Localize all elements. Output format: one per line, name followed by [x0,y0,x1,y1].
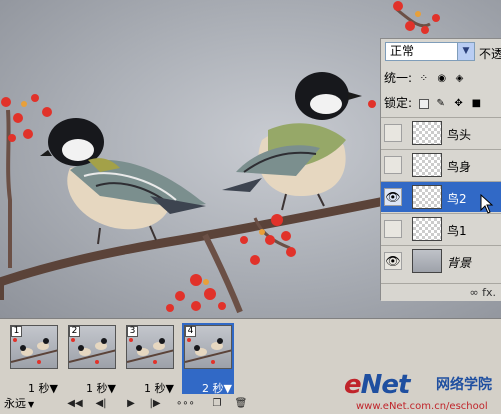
visibility-toggle[interactable] [384,156,402,174]
frame-delay[interactable]: 1 秒▼ [66,380,118,396]
trash-icon[interactable]: 🗑 [232,396,250,412]
unify-row: 统一: ⁘ ◉ ◈ [381,69,501,87]
frame-number: 4 [185,326,196,337]
animation-frame[interactable]: 1 1 秒▼ [8,323,60,396]
blend-mode-value: 正常 [390,44,415,58]
enet-logo: eNet [344,370,410,400]
visibility-toggle[interactable] [384,124,402,142]
animation-controls: 永远 ▼ ◀◀ ◀| ▶ |▶ ∘∘∘ ❐ 🗑 [0,395,275,413]
frame-delay[interactable]: 2 秒▼ [182,380,234,396]
lock-all-icon[interactable]: ■ [470,98,482,110]
chevron-down-icon[interactable]: ▼ [457,43,474,60]
duplicate-frame-icon[interactable]: ❐ [208,396,226,412]
layer-row-background[interactable]: 👁 背景 [381,245,501,276]
loop-value: 永远 [4,397,26,410]
watermark-cn-text: 网络学院 [436,377,492,393]
animation-frame[interactable]: 2 1 秒▼ [66,323,118,396]
lock-row: 锁定: ✎ ✥ ■ [381,94,501,112]
loop-select[interactable]: 永远 ▼ [4,396,60,412]
chevron-down-icon: ▼ [28,400,35,409]
layers-panel: 正常 ▼ 不透 统一: ⁘ ◉ ◈ 锁定: ✎ ✥ ■ 鸟头 鸟身 👁 鸟2 鸟… [380,38,501,301]
layer-name: 背景 [447,256,472,270]
next-frame-icon[interactable]: |▶ [146,396,164,412]
tween-icon[interactable]: ∘∘∘ [176,396,195,412]
mouse-cursor-icon [480,194,494,214]
link-fx-icon[interactable]: ∞ fx. [469,286,496,299]
unify-style-icon[interactable]: ◈ [454,73,466,85]
unify-label: 统一: [384,71,413,85]
unify-position-icon[interactable]: ⁘ [418,73,430,85]
watermark: eNet 网络学院 www.eNet.com.cn/eschool [340,370,501,414]
frame-delay[interactable]: 1 秒▼ [124,380,176,396]
layer-row[interactable]: 鸟身 [381,149,501,180]
layer-name: 鸟头 [447,128,472,142]
visibility-toggle[interactable] [384,220,402,238]
layer-row[interactable]: 鸟1 [381,213,501,244]
animation-frame[interactable]: 3 1 秒▼ [124,323,176,396]
eye-icon[interactable]: 👁 [384,252,402,270]
frame-delay[interactable]: 1 秒▼ [8,380,60,396]
frame-number: 1 [11,326,22,337]
layer-thumbnail [412,153,442,177]
blend-mode-select[interactable]: 正常 ▼ [385,42,475,61]
lock-position-icon[interactable]: ✥ [453,98,465,110]
watermark-url: www.eNet.com.cn/eschool [356,401,488,412]
layer-thumbnail [412,121,442,145]
lock-label: 锁定: [384,96,413,110]
play-icon[interactable]: ▶ [122,396,140,412]
opacity-label: 不透 [479,47,501,61]
frame-number: 3 [127,326,138,337]
bird-2 [222,72,362,211]
lock-transparency-icon[interactable] [418,98,429,109]
animation-frame-selected[interactable]: 4 2 秒▼ [182,323,234,396]
first-frame-icon[interactable]: ◀◀ [66,396,84,412]
unify-visibility-icon[interactable]: ◉ [436,73,448,85]
layer-row[interactable]: 鸟头 [381,117,501,148]
layer-thumbnail [412,249,442,273]
frame-number: 2 [69,326,80,337]
layer-name: 鸟1 [447,224,467,238]
bird-1 [40,118,206,245]
previous-frame-icon[interactable]: ◀| [92,396,110,412]
eye-icon[interactable]: 👁 [384,188,402,206]
layer-name: 鸟身 [447,160,472,174]
layer-thumbnail [412,217,442,241]
layers-footer: ∞ fx. [381,283,501,301]
layer-name: 鸟2 [447,192,467,206]
lock-pixels-icon[interactable]: ✎ [435,98,447,110]
layer-thumbnail [412,185,442,209]
